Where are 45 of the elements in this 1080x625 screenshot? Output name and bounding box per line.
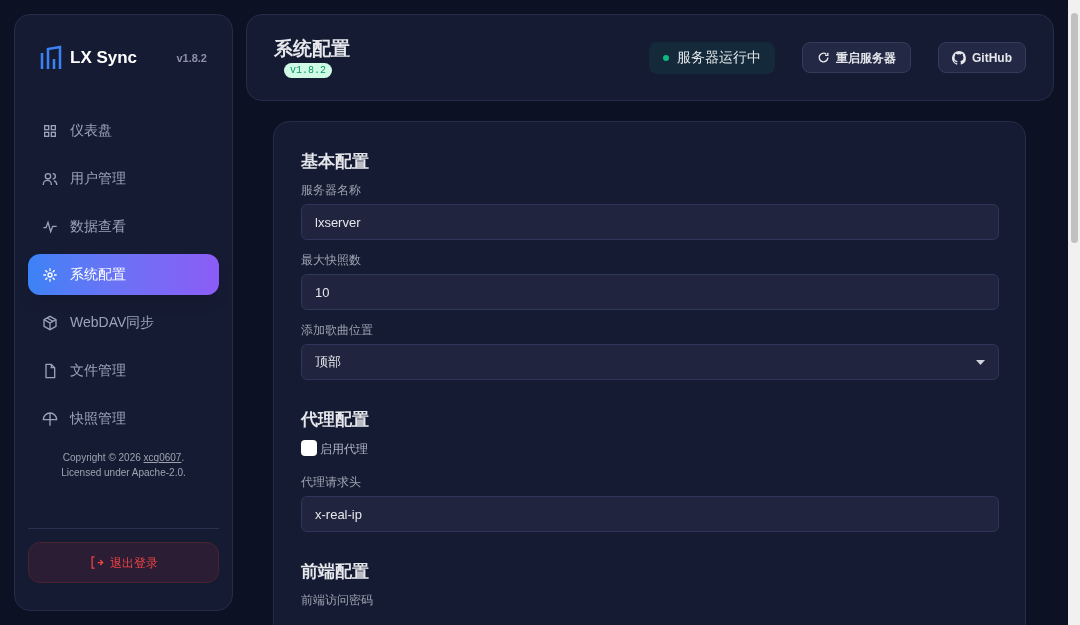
users-icon xyxy=(42,170,58,187)
sidebar-item[interactable]: 仪表盘 xyxy=(28,110,219,151)
input-field[interactable]: lxserver xyxy=(301,204,999,240)
section-heading: 前端配置 xyxy=(301,561,370,583)
sidebar-item[interactable]: 用户管理 xyxy=(28,158,219,199)
checkbox-label: 启用代理 xyxy=(320,442,368,456)
field-label: 添加歌曲位置 xyxy=(301,322,374,338)
sidebar-item[interactable]: 数据查看 xyxy=(28,206,219,247)
field-label: 服务器名称 xyxy=(301,182,362,198)
scrollbar[interactable] xyxy=(1068,0,1080,625)
restart-button[interactable]: 重启服务器 xyxy=(802,42,911,73)
version-label: v1.8.2 xyxy=(176,50,207,66)
github-icon xyxy=(952,50,966,65)
logout-icon xyxy=(89,555,104,570)
copyright-text: Copyright © 2026 xcq0607. xyxy=(61,451,186,465)
caret-icon xyxy=(976,359,985,365)
sun-icon xyxy=(42,266,58,283)
brand-name: LX Sync xyxy=(70,47,138,70)
grid-icon xyxy=(42,122,58,139)
sidebar-item[interactable]: WebDAV同步 xyxy=(28,302,219,343)
version-badge: v1.8.2 xyxy=(284,63,332,78)
sidebar-item[interactable]: 系统配置 xyxy=(28,254,219,295)
section-heading: 代理配置 xyxy=(301,409,370,431)
section-heading: 基本配置 xyxy=(301,151,370,173)
file-icon xyxy=(42,362,58,379)
sidebar-item[interactable]: 快照管理 xyxy=(28,398,219,439)
field-label: 最大快照数 xyxy=(301,252,362,268)
dropdown-field[interactable]: 顶部 xyxy=(301,344,999,380)
box-icon xyxy=(42,314,58,331)
input-field[interactable]: 10 xyxy=(301,274,999,310)
scrollbar-thumb[interactable] xyxy=(1070,13,1078,243)
logo-icon xyxy=(40,45,62,71)
field-label: 代理请求头 xyxy=(301,474,362,490)
logout-button[interactable]: 退出登录 xyxy=(28,542,219,583)
umbrella-icon xyxy=(42,410,58,427)
field-label: 前端访问密码 xyxy=(301,592,374,608)
author-link[interactable]: xcq0607 xyxy=(143,452,182,463)
proxy-checkbox[interactable] xyxy=(301,440,317,456)
page-title: 系统配置 xyxy=(274,37,350,61)
sidebar-item[interactable]: 文件管理 xyxy=(28,350,219,391)
refresh-icon xyxy=(817,51,830,64)
input-field[interactable]: x-real-ip xyxy=(301,496,999,532)
license-text: Licensed under Apache-2.0. xyxy=(60,466,187,480)
github-button[interactable]: GitHub xyxy=(938,42,1026,73)
server-status: 服务器运行中 xyxy=(649,41,775,74)
